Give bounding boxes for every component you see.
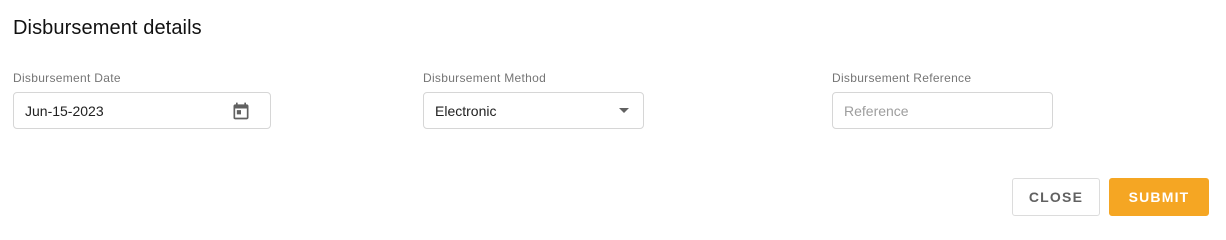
dialog-title: Disbursement details [13, 17, 202, 39]
submit-button[interactable]: SUBMIT [1109, 178, 1209, 216]
disbursement-date-input[interactable]: Jun-15-2023 [13, 92, 271, 129]
calendar-icon[interactable] [231, 101, 251, 121]
disbursement-method-value: Electronic [435, 103, 497, 119]
close-button[interactable]: CLOSE [1012, 178, 1100, 216]
disbursement-reference-label: Disbursement Reference [832, 71, 972, 85]
disbursement-reference-box [832, 92, 1053, 129]
disbursement-method-select[interactable]: Electronic [423, 92, 644, 129]
disbursement-details-dialog: Disbursement details Disbursement Date J… [0, 0, 1226, 227]
disbursement-date-label: Disbursement Date [13, 71, 121, 85]
disbursement-method-field: Disbursement Method Electronic [423, 70, 683, 129]
disbursement-method-label: Disbursement Method [423, 71, 547, 85]
disbursement-reference-input[interactable] [833, 93, 1052, 128]
disbursement-date-field: Disbursement Date Jun-15-2023 [13, 70, 273, 129]
caret-down-icon[interactable] [619, 108, 629, 113]
disbursement-reference-field: Disbursement Reference [832, 70, 1092, 129]
disbursement-date-value: Jun-15-2023 [25, 103, 104, 119]
